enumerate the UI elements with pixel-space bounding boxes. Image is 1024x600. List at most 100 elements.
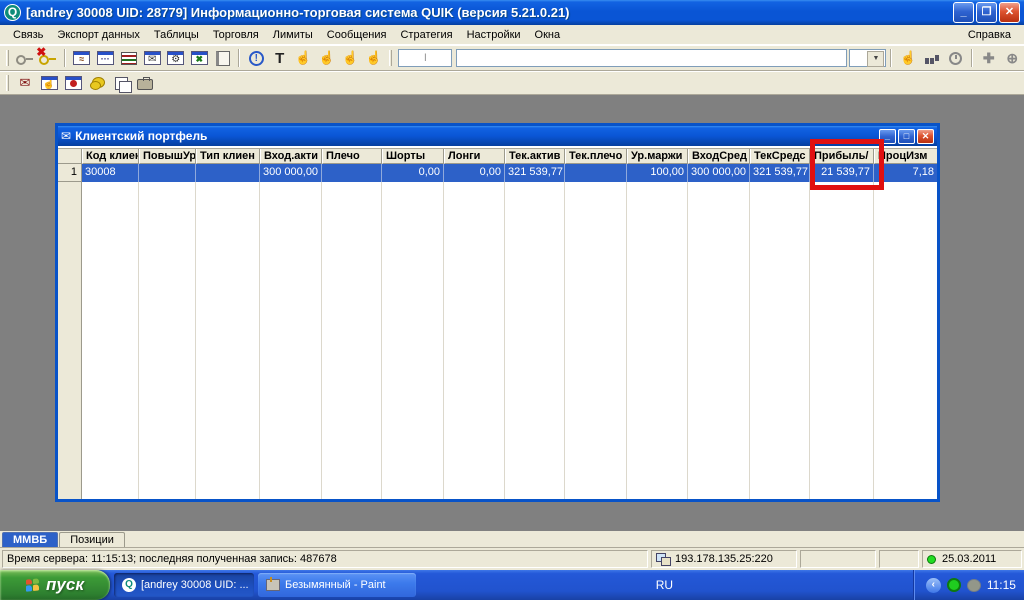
cell-tip-klienta[interactable] bbox=[196, 164, 260, 182]
move-icon[interactable]: ✚ bbox=[978, 48, 1000, 68]
order-hand-icon[interactable]: ☝ bbox=[292, 48, 314, 68]
hand-window-icon[interactable] bbox=[38, 73, 60, 93]
paint-task-icon bbox=[266, 577, 280, 591]
search-input[interactable] bbox=[456, 49, 848, 67]
mail-window-icon[interactable] bbox=[141, 48, 163, 68]
stop-window-icon[interactable] bbox=[62, 73, 84, 93]
menu-export[interactable]: Экспорт данных bbox=[50, 27, 146, 43]
cell-kod-klienta[interactable]: 30008 bbox=[82, 164, 139, 182]
empty-panel bbox=[879, 550, 919, 568]
col-tek-sredstva[interactable]: ТекСредс bbox=[750, 149, 810, 164]
tab-pozicii[interactable]: Позиции bbox=[59, 532, 125, 547]
col-plecho[interactable]: Плечо bbox=[322, 149, 382, 164]
close-button[interactable]: ✕ bbox=[999, 2, 1020, 23]
col-tek-plecho[interactable]: Тек.плечо bbox=[565, 149, 627, 164]
col-vhod-sredstva[interactable]: ВходСред bbox=[688, 149, 750, 164]
mail-cancel-icon[interactable]: ✉ bbox=[14, 73, 36, 93]
table-corner-cell bbox=[58, 149, 82, 164]
portfolio-table: Код клиен ПовышУр Тип клиен Вход.акти Пл… bbox=[58, 148, 937, 499]
tray-app-icon[interactable] bbox=[966, 578, 981, 592]
cancel-order-hand-icon[interactable]: ☝ bbox=[316, 48, 338, 68]
table-icon[interactable] bbox=[118, 48, 140, 68]
app-title: [andrey 30008 UID: 28779] Информационно-… bbox=[26, 5, 570, 20]
clock-icon[interactable] bbox=[944, 48, 966, 68]
menu-soobsheniya[interactable]: Сообщения bbox=[320, 27, 394, 43]
quotes-window-icon[interactable] bbox=[94, 48, 116, 68]
date-text: 25.03.2011 bbox=[942, 553, 997, 565]
tab-mmvb[interactable]: ММВБ bbox=[2, 532, 59, 547]
hand-4-icon[interactable]: ☝ bbox=[363, 48, 385, 68]
cell-shorty[interactable]: 0,00 bbox=[382, 164, 444, 182]
coins-icon[interactable] bbox=[86, 73, 108, 93]
menu-limity[interactable]: Лимиты bbox=[266, 27, 320, 43]
col-vhod-aktivy[interactable]: Вход.акти bbox=[260, 149, 322, 164]
language-indicator[interactable]: RU bbox=[644, 578, 685, 592]
menu-strategiya[interactable]: Стратегия bbox=[393, 27, 459, 43]
row-number-cell[interactable]: 1 bbox=[58, 164, 82, 182]
task-quik-label: [andrey 30008 UID: ... bbox=[141, 579, 249, 591]
portfolio-maximize-button[interactable]: □ bbox=[898, 128, 915, 144]
cell-longi[interactable]: 0,00 bbox=[444, 164, 505, 182]
cell-tek-sredstva[interactable]: 321 539,77 bbox=[750, 164, 810, 182]
cell-vhod-aktivy[interactable]: 300 000,00 bbox=[260, 164, 322, 182]
target-icon[interactable]: ⊕ bbox=[1001, 48, 1023, 68]
copy-windows-icon[interactable] bbox=[110, 73, 132, 93]
briefcase-icon[interactable] bbox=[134, 73, 156, 93]
cell-tek-aktivy[interactable]: 321 539,77 bbox=[505, 164, 565, 182]
network-icon bbox=[656, 553, 671, 566]
start-button[interactable]: пуск bbox=[0, 570, 110, 600]
minimize-button[interactable]: _ bbox=[953, 2, 974, 23]
quik-application: Q [andrey 30008 UID: 28779] Информационн… bbox=[0, 0, 1024, 600]
col-kod-klienta[interactable]: Код клиен bbox=[82, 149, 139, 164]
col-pribyl[interactable]: Прибыль/ bbox=[810, 149, 874, 164]
col-longi[interactable]: Лонги bbox=[444, 149, 505, 164]
excel-export-icon[interactable] bbox=[188, 48, 210, 68]
portfolio-title: Клиентский портфель bbox=[75, 129, 208, 143]
cell-tek-plecho[interactable] bbox=[565, 164, 627, 182]
connect-key-icon[interactable] bbox=[14, 48, 36, 68]
notebook-icon[interactable] bbox=[212, 48, 234, 68]
text-tool-icon[interactable]: T bbox=[269, 48, 291, 68]
cell-proc-izm[interactable]: 7,18 bbox=[874, 164, 937, 182]
menu-nastroyki[interactable]: Настройки bbox=[460, 27, 528, 43]
empty-panel bbox=[800, 550, 876, 568]
task-paint[interactable]: Безымянный - Paint bbox=[258, 573, 416, 597]
portfolio-minimize-button[interactable]: _ bbox=[879, 128, 896, 144]
col-tek-aktivy[interactable]: Тек.актив bbox=[505, 149, 565, 164]
toolbar-grip[interactable] bbox=[6, 50, 9, 66]
restore-button[interactable]: ❐ bbox=[976, 2, 997, 23]
cell-plecho[interactable] bbox=[322, 164, 382, 182]
portfolio-titlebar[interactable]: ✉ Клиентский портфель _ □ ✕ bbox=[58, 126, 937, 146]
cell-povysh-ur[interactable] bbox=[139, 164, 196, 182]
menu-spravka[interactable]: Справка bbox=[961, 27, 1018, 43]
cell-pribyl[interactable]: 21 539,77 bbox=[810, 164, 874, 182]
col-proc-izm[interactable]: ПроцИзм bbox=[874, 149, 937, 164]
quik-logo-icon: Q bbox=[4, 4, 21, 21]
col-tip-klienta[interactable]: Тип клиен bbox=[196, 149, 260, 164]
task-quik[interactable]: Q [andrey 30008 UID: ... bbox=[114, 573, 254, 597]
chart-window-icon[interactable] bbox=[71, 48, 93, 68]
cell-ur-marzhi[interactable]: 100,00 bbox=[627, 164, 688, 182]
toolbar-grip[interactable] bbox=[389, 50, 393, 66]
instrument-combo[interactable] bbox=[849, 49, 887, 67]
hand-3-icon[interactable]: ☝ bbox=[339, 48, 361, 68]
menu-okna[interactable]: Окна bbox=[528, 27, 568, 43]
col-ur-marzhi[interactable]: Ур.маржи bbox=[627, 149, 688, 164]
style-box[interactable]: I bbox=[398, 49, 453, 67]
cell-vhod-sredstva[interactable]: 300 000,00 bbox=[688, 164, 750, 182]
col-povysh-ur[interactable]: ПовышУр bbox=[139, 149, 196, 164]
bar-chart-icon[interactable] bbox=[921, 48, 943, 68]
hand-active-icon[interactable]: ☝ bbox=[897, 48, 919, 68]
menu-svyaz[interactable]: Связь bbox=[6, 27, 50, 43]
menu-torgovlya[interactable]: Торговля bbox=[206, 27, 266, 43]
disconnect-key-icon[interactable]: ✖ bbox=[36, 45, 59, 68]
alert-bubble-icon[interactable]: ! bbox=[245, 48, 267, 68]
settings-window-icon[interactable] bbox=[165, 48, 187, 68]
col-shorty[interactable]: Шорты bbox=[382, 149, 444, 164]
tray-quik-icon[interactable] bbox=[946, 578, 961, 592]
menu-tablicy[interactable]: Таблицы bbox=[147, 27, 206, 43]
tray-chevron-icon[interactable]: ‹ bbox=[925, 577, 941, 593]
table-row[interactable]: 1 30008 300 000,00 0,00 0,00 321 539,77 … bbox=[58, 164, 937, 182]
toolbar-grip[interactable] bbox=[6, 75, 9, 91]
portfolio-close-button[interactable]: ✕ bbox=[917, 128, 934, 144]
